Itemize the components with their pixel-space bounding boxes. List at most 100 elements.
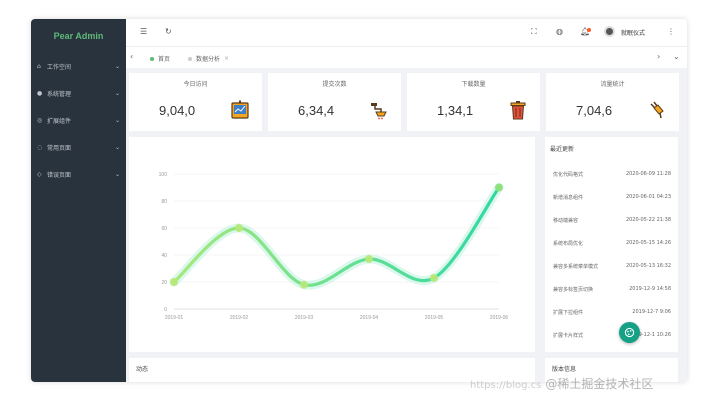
list-item[interactable]: 扩展下拉组件 2019-12-7 9:06 [553, 309, 671, 316]
x-tick-label: 2019-04 [360, 315, 379, 321]
notification-dot [587, 28, 591, 32]
version-title: 版本信息 [552, 366, 577, 373]
main-content: 今日访问 9,04,0 提交次数 6,34,4 下载数量 1,34,1 流量统计… [126, 68, 687, 382]
stat-value: 1,34,1 [437, 103, 474, 118]
tab-home[interactable]: 首页 [150, 54, 170, 63]
x-tick-label: 2019-02 [230, 315, 249, 321]
update-text: 移动端兼容 [553, 218, 579, 224]
floating-theme-button[interactable] [619, 322, 640, 343]
stat-card-submissions: 提交次数 6,34,4 [268, 73, 401, 131]
y-tick-label: 20 [161, 280, 167, 286]
sidebar-item-label: 扩展组件 [47, 118, 72, 125]
sidebar-item-components[interactable]: ◎ 扩展组件 ⌄ [31, 107, 126, 134]
avatar[interactable] [604, 26, 615, 37]
list-item[interactable]: 优化代码格式 2020-06-09 11:28 [553, 171, 671, 178]
sidebar-item-label: 系统管理 [47, 91, 72, 98]
y-tick-label: 0 [164, 307, 167, 313]
recent-updates-title: 最近更新 [550, 146, 575, 153]
data-point [170, 278, 178, 286]
sidebar-item-pages[interactable]: ◌ 常用页面 ⌄ [31, 134, 126, 161]
sidebar-item-label: 工作空间 [47, 64, 72, 71]
data-point [495, 183, 503, 192]
plug-icon [650, 101, 664, 119]
update-date: 2020-05-13 16:32 [625, 263, 671, 269]
stat-value: 9,04,0 [159, 103, 196, 118]
update-text: 扩展卡片样式 [553, 333, 584, 339]
sidebar-item-system[interactable]: ● 系统管理 ⌄ [31, 80, 126, 107]
logo: Pear Admin [53, 31, 104, 41]
stat-title: 今日访问 [183, 81, 208, 88]
stat-card-traffic: 流量统计 7,04,6 [546, 73, 679, 131]
sidebar-item-label: 常用页面 [47, 145, 72, 152]
list-item[interactable]: 兼容多系统菜单模式 2020-05-13 16:32 [553, 263, 671, 270]
chart-board-icon [231, 100, 249, 119]
sidebar-item-workspace[interactable]: ⌂ 工作空间 ⌄ [31, 53, 126, 80]
x-tick-label: 2019-06 [490, 315, 509, 321]
update-text: 兼容多系统菜单模式 [553, 264, 599, 270]
close-icon[interactable]: × [224, 55, 229, 62]
update-date: 2019-12-7 9:06 [632, 309, 671, 315]
home-icon: ⌂ [37, 63, 41, 70]
line-chart: 0 20 40 60 80 100 2019-01 2019-02 2019-03 2019-04… [159, 172, 509, 321]
list-item[interactable]: 兼容多标签页切换 2019-12-9 14:58 [553, 286, 671, 293]
stat-value: 6,34,4 [298, 103, 335, 118]
menu-toggle-icon[interactable]: ☰ [140, 27, 147, 36]
chevron-down-icon: ⌄ [114, 117, 120, 124]
update-text: 扩展下拉组件 [553, 310, 584, 316]
refresh-icon[interactable]: ↻ [165, 27, 172, 36]
top-header: ☰ ↻ ⛶ ◍ 🔔︎ 就眠仪式 ⋮ [126, 19, 687, 46]
stat-title: 下载数量 [461, 81, 486, 88]
update-text: 系统布局优化 [553, 241, 584, 247]
x-tick-label: 2019-05 [425, 315, 444, 321]
sidebar: Pear Admin ⌂ 工作空间 ⌄ ● 系统管理 ⌄ ◎ 扩展组件 ⌄ ◌ … [31, 19, 126, 382]
globe-icon[interactable]: ◍ [556, 27, 563, 36]
y-tick-label: 60 [161, 226, 167, 232]
chevron-down-icon: ⌄ [114, 144, 120, 151]
stat-card-downloads: 下载数量 1,34,1 [407, 73, 540, 131]
stat-card-visits: 今日访问 9,04,0 [129, 73, 262, 131]
update-text: 兼容多标签页切换 [553, 287, 594, 293]
list-item[interactable]: 移动端兼容 2020-05-22 21:38 [553, 217, 671, 224]
watermark-text: @稀土掘金技术社区 [545, 377, 654, 391]
y-tick-label: 80 [161, 199, 167, 205]
fullscreen-icon[interactable]: ⛶ [531, 27, 537, 37]
tab-active-dot [150, 56, 154, 61]
update-date: 2019-12-9 14:58 [629, 286, 671, 292]
update-text: 新增消息组件 [553, 195, 584, 201]
update-text: 优化代码格式 [553, 172, 584, 178]
y-tick-label: 100 [159, 172, 168, 178]
chart-card: 0 20 40 60 80 100 2019-01 2019-02 2019-03 2019-04… [129, 137, 535, 352]
more-vertical-icon[interactable]: ⋮ [667, 27, 675, 36]
tab-label: 数据分析 [196, 56, 221, 63]
username[interactable]: 就眠仪式 [621, 28, 645, 37]
update-date: 2020-06-01 04:23 [625, 194, 671, 200]
gear-icon: ● [37, 90, 43, 97]
data-point [365, 255, 373, 264]
x-tick-label: 2019-01 [165, 315, 184, 321]
update-date: 2020-05-22 21:38 [625, 217, 671, 223]
data-point [430, 273, 438, 282]
tab-label: 首页 [158, 56, 171, 63]
watermark: https://blog.cs @稀土掘金技术社区 [470, 375, 653, 392]
tap-icon [371, 103, 387, 120]
y-tick-label: 40 [161, 253, 167, 259]
list-item[interactable]: 新增消息组件 2020-06-01 04:23 [553, 194, 671, 201]
component-icon: ◎ [37, 117, 43, 124]
stat-title: 提交次数 [322, 81, 347, 88]
palette-icon [624, 327, 635, 338]
tab-menu-chevron-icon[interactable]: ⌄ [673, 52, 680, 61]
tab-scroll-right-icon[interactable]: › [657, 52, 660, 61]
list-item[interactable]: 扩展卡片样式 2019-12-1 10:26 [553, 332, 671, 339]
tab-scroll-left-icon[interactable]: ‹ [130, 52, 133, 61]
watermark-url: https://blog.cs [470, 380, 542, 391]
stat-title: 流量统计 [600, 81, 625, 88]
x-tick-label: 2019-03 [295, 315, 314, 321]
error-icon: ◇ [37, 171, 42, 178]
page-icon: ◌ [37, 144, 43, 151]
list-item[interactable]: 系统布局优化 2020-05-15 14:26 [553, 240, 671, 247]
app-window: Pear Admin ⌂ 工作空间 ⌄ ● 系统管理 ⌄ ◎ 扩展组件 ⌄ ◌ … [31, 19, 687, 382]
sidebar-item-errors[interactable]: ◇ 错误页面 ⌄ [31, 161, 126, 188]
tab-analysis[interactable]: 数据分析 × [188, 54, 229, 63]
recent-updates-card: 最近更新 优化代码格式 2020-06-09 11:28 新增消息组件 2020… [545, 137, 678, 352]
trash-icon [510, 101, 526, 120]
